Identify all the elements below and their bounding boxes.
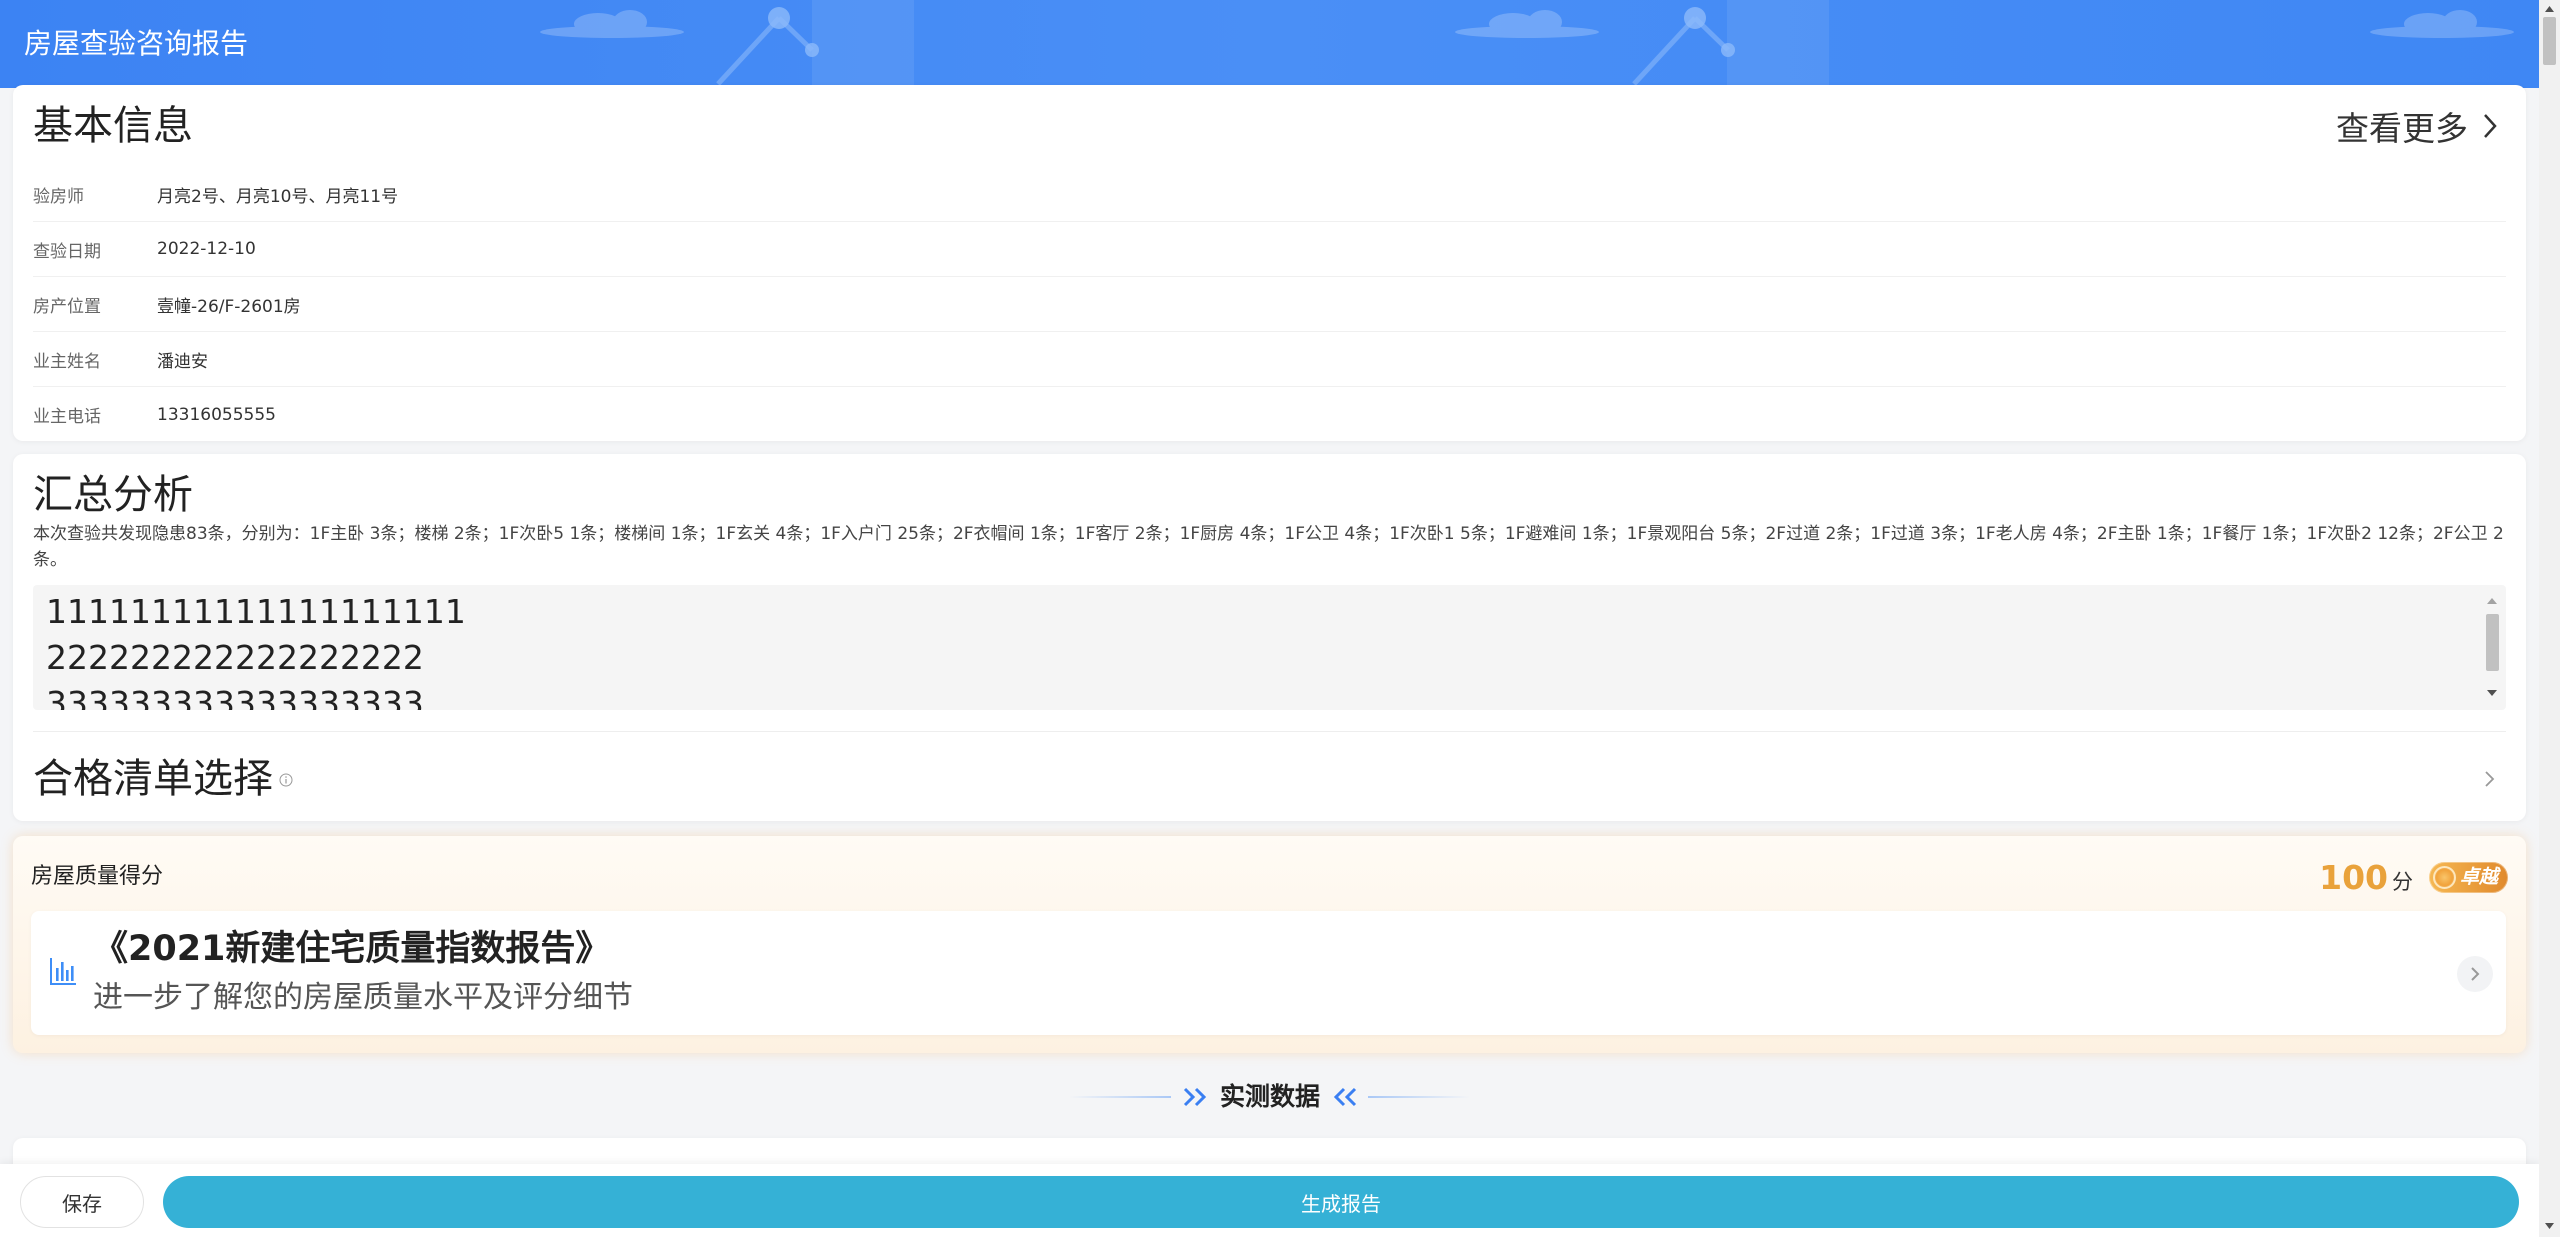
quality-report-link[interactable]: 《2021新建住宅质量指数报告》 进一步了解您的房屋质量水平及评分细节 — [31, 911, 2506, 1035]
view-more-label: 查看更多 — [2336, 109, 2468, 148]
notes-line: 333333333333333333 — [46, 684, 424, 710]
score-level-badge: 卓越 — [2429, 861, 2508, 893]
info-value: 壹幢-26/F-2601房 — [157, 296, 301, 317]
summary-card: 汇总分析 本次查验共发现隐患83条，分别为：1F主卧 3条；楼梯 2条；1F次卧… — [13, 454, 2526, 821]
info-row-inspection-date: 查验日期 2022-12-10 — [33, 222, 2506, 277]
quality-score-card: 房屋质量得分 100 分 卓越 《2021新建住宅质量指数报告》 进一步了解您的… — [13, 836, 2526, 1053]
checklist-title-wrap: 合格清单选择 — [33, 755, 293, 803]
basic-info-card: 基本信息 查看更多 验房师 月亮2号、月亮10号、月亮11号 查验日期 2022… — [13, 85, 2526, 441]
summary-notes-textarea[interactable]: 11111111111111111111 222222222222222222 … — [33, 585, 2506, 710]
textarea-scrollbar[interactable] — [2482, 585, 2502, 710]
info-circle-icon[interactable] — [279, 773, 293, 787]
page-title: 房屋查验咨询报告 — [24, 27, 249, 60]
info-value: 潘迪安 — [157, 351, 208, 372]
page-scrollbar[interactable] — [2539, 0, 2560, 1237]
score-label: 房屋质量得分 — [31, 864, 164, 889]
coin-icon — [2433, 865, 2456, 889]
info-label: 房产位置 — [33, 296, 101, 317]
info-value: 月亮2号、月亮10号、月亮11号 — [157, 186, 399, 207]
report-title: 《2021新建住宅质量指数报告》 — [93, 929, 611, 969]
app-header: 房屋查验咨询报告 — [0, 0, 2539, 88]
save-button[interactable]: 保存 — [20, 1176, 144, 1228]
chevron-right-icon — [2485, 771, 2495, 787]
measured-data-title: 实测数据 — [1219, 1082, 1320, 1111]
score-value: 100 — [2319, 857, 2388, 897]
textarea-scrollbar-thumb[interactable] — [2486, 614, 2499, 671]
heading-line-right — [1368, 1096, 1470, 1098]
notes-line: 11111111111111111111 — [46, 592, 466, 631]
basic-info-list: 验房师 月亮2号、月亮10号、月亮11号 查验日期 2022-12-10 房产位… — [33, 167, 2506, 441]
info-row-property-location: 房产位置 壹幢-26/F-2601房 — [33, 277, 2506, 332]
double-chevron-left-icon — [1333, 1087, 1357, 1107]
scroll-down-arrow-icon[interactable] — [2544, 1222, 2555, 1230]
report-subtitle: 进一步了解您的房屋质量水平及评分细节 — [93, 980, 633, 1015]
heading-line-left — [1068, 1096, 1171, 1098]
info-label: 业主姓名 — [33, 351, 101, 372]
view-more-link[interactable]: 查看更多 — [2336, 104, 2498, 148]
header-decoration — [540, 0, 2514, 88]
summary-text: 本次查验共发现隐患83条，分别为：1F主卧 3条；楼梯 2条；1F次卧5 1条；… — [33, 524, 2504, 570]
generate-report-button[interactable]: 生成报告 — [163, 1176, 2519, 1228]
info-value: 2022-12-10 — [157, 239, 256, 259]
info-row-inspector: 验房师 月亮2号、月亮10号、月亮11号 — [33, 167, 2506, 222]
score-display: 100 分 卓越 — [2319, 856, 2508, 898]
info-row-owner-name: 业主姓名 潘迪安 — [33, 332, 2506, 387]
score-unit: 分 — [2392, 870, 2413, 894]
info-label: 查验日期 — [33, 241, 101, 262]
chevron-right-icon — [2484, 114, 2497, 138]
badge-text: 卓越 — [2460, 865, 2499, 888]
qualified-checklist-selector[interactable]: 合格清单选择 — [13, 732, 2526, 821]
info-label: 验房师 — [33, 186, 84, 207]
info-label: 业主电话 — [33, 407, 101, 427]
summary-title: 汇总分析 — [33, 472, 193, 518]
double-chevron-right-icon — [1183, 1087, 1207, 1107]
chevron-right-icon — [2471, 967, 2480, 981]
scroll-down-arrow-icon[interactable] — [2486, 689, 2498, 697]
report-go-button[interactable] — [2457, 956, 2493, 992]
measured-data-heading: 实测数据 — [0, 1075, 2539, 1119]
info-value: 13316055555 — [157, 404, 276, 425]
checklist-title: 合格清单选择 — [33, 756, 273, 802]
bar-chart-icon — [50, 958, 76, 985]
notes-line: 222222222222222222 — [46, 638, 424, 677]
info-row-owner-phone: 业主电话 13316055555 — [33, 387, 2506, 441]
scroll-up-arrow-icon[interactable] — [2544, 5, 2555, 13]
scroll-up-arrow-icon[interactable] — [2486, 597, 2498, 605]
page-scrollbar-thumb[interactable] — [2543, 17, 2556, 65]
action-bar: 保存 生成报告 — [0, 1164, 2539, 1237]
basic-info-title: 基本信息 — [33, 103, 193, 149]
